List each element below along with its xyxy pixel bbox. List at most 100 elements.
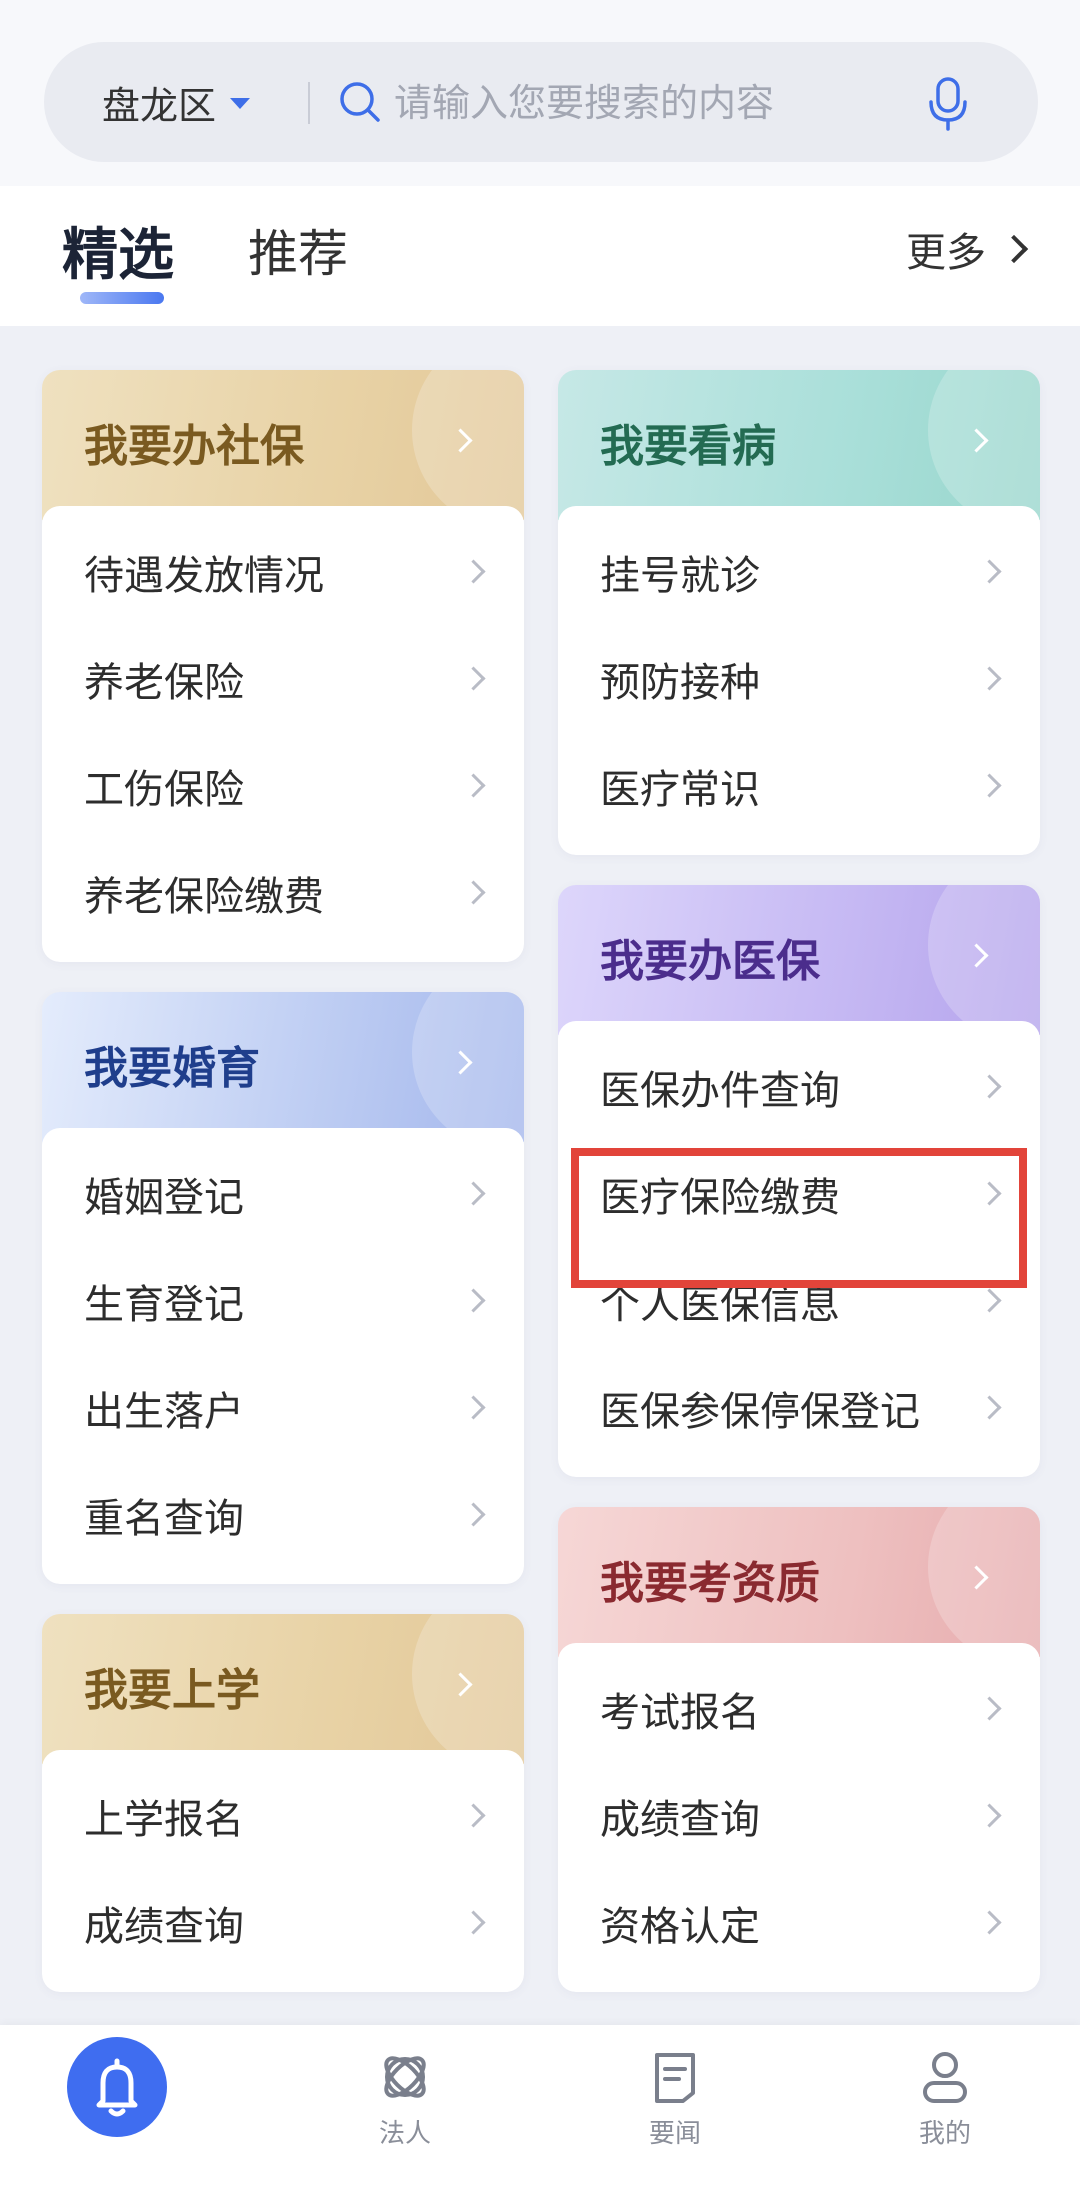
card-shangxue: 我要上学 上学报名 成绩查询 xyxy=(42,1614,524,1992)
news-icon xyxy=(655,2053,695,2103)
item-label: 养老保险缴费 xyxy=(84,873,324,920)
search-icon xyxy=(340,82,380,122)
chevron-right-icon xyxy=(977,1803,1002,1828)
card-title: 我要婚育 xyxy=(84,1043,260,1094)
tab-featured[interactable]: 精选 xyxy=(62,210,174,291)
user-icon xyxy=(923,2052,967,2103)
card-header-kanbing[interactable]: 我要看病 xyxy=(558,370,1040,530)
chevron-right-icon xyxy=(461,1803,486,1828)
list-item[interactable]: 出生落户 xyxy=(42,1354,524,1461)
nav-home[interactable] xyxy=(0,2025,270,2209)
card-list: 待遇发放情况 养老保险 工伤保险 养老保险缴费 xyxy=(42,506,524,962)
list-item[interactable]: 医保办件查询 xyxy=(558,1033,1040,1140)
card-title: 我要考资质 xyxy=(600,1558,820,1609)
item-label: 上学报名 xyxy=(84,1796,244,1843)
item-label: 成绩查询 xyxy=(600,1796,760,1843)
chevron-right-icon xyxy=(461,1502,486,1527)
caret-down-icon xyxy=(230,97,251,109)
list-item[interactable]: 个人医保信息 xyxy=(558,1247,1040,1354)
card-title: 我要看病 xyxy=(600,421,776,472)
card-title: 我要办社保 xyxy=(84,421,304,472)
chevron-right-icon xyxy=(461,1288,486,1313)
list-item[interactable]: 生育登记 xyxy=(42,1247,524,1354)
card-title: 我要办医保 xyxy=(600,936,820,987)
nav-faren-label: 法人 xyxy=(378,2119,431,2149)
region-label: 盘龙区 xyxy=(102,83,217,128)
tab-recommended[interactable]: 推荐 xyxy=(248,214,348,286)
item-label: 预防接种 xyxy=(600,659,760,706)
chevron-right-icon xyxy=(977,559,1002,584)
list-item[interactable]: 重名查询 xyxy=(42,1461,524,1568)
item-label: 资格认定 xyxy=(600,1903,760,1950)
item-label: 医疗保险缴费 xyxy=(600,1174,840,1221)
list-item[interactable]: 养老保险缴费 xyxy=(42,839,524,946)
item-label: 工伤保险 xyxy=(84,766,244,813)
card-list: 婚姻登记 生育登记 出生落户 重名查询 xyxy=(42,1128,524,1584)
card-header-shebao[interactable]: 我要办社保 xyxy=(42,370,524,530)
list-item[interactable]: 考试报名 xyxy=(558,1655,1040,1762)
card-header-hunyu[interactable]: 我要婚育 xyxy=(42,992,524,1152)
search-input[interactable] xyxy=(392,70,916,136)
chevron-right-icon xyxy=(444,420,484,460)
list-item[interactable]: 成绩查询 xyxy=(42,1869,524,1976)
item-label: 医保办件查询 xyxy=(600,1067,840,1114)
item-label: 重名查询 xyxy=(84,1495,244,1542)
bell-icon xyxy=(96,2058,138,2117)
item-label: 婚姻登记 xyxy=(84,1174,244,1221)
chevron-right-icon xyxy=(977,1910,1002,1935)
card-list: 挂号就诊 预防接种 医疗常识 xyxy=(558,506,1040,855)
item-label: 医保参保停保登记 xyxy=(600,1388,920,1435)
card-shebao: 我要办社保 待遇发放情况 养老保险 工伤保险 养老保险缴费 xyxy=(42,370,524,962)
item-label: 出生落户 xyxy=(84,1388,244,1435)
search-bar: 盘龙区 xyxy=(44,42,1038,162)
chevron-right-icon xyxy=(960,1557,1000,1597)
chevron-right-icon xyxy=(461,1395,486,1420)
chevron-right-icon xyxy=(977,666,1002,691)
list-item[interactable]: 工伤保险 xyxy=(42,732,524,839)
card-header-zizhi[interactable]: 我要考资质 xyxy=(558,1507,1040,1667)
list-item[interactable]: 养老保险 xyxy=(42,625,524,732)
list-item[interactable]: 挂号就诊 xyxy=(558,518,1040,625)
more-link[interactable]: 更多 xyxy=(906,220,1029,278)
tabs-bar: 精选 推荐 更多 xyxy=(0,186,1080,326)
list-item[interactable]: 医疗常识 xyxy=(558,732,1040,839)
chevron-right-icon xyxy=(977,1288,1002,1313)
chevron-right-icon xyxy=(977,1074,1002,1099)
nav-faren[interactable]: 法人 xyxy=(270,2025,540,2209)
card-header-shangxue[interactable]: 我要上学 xyxy=(42,1614,524,1774)
item-label: 考试报名 xyxy=(600,1689,760,1736)
card-header-yibao[interactable]: 我要办医保 xyxy=(558,885,1040,1045)
chevron-right-icon xyxy=(977,1696,1002,1721)
top-header: 盘龙区 xyxy=(0,0,1080,186)
chevron-right-icon xyxy=(444,1664,484,1704)
list-item[interactable]: 婚姻登记 xyxy=(42,1140,524,1247)
list-item[interactable]: 成绩查询 xyxy=(558,1762,1040,1869)
list-item[interactable]: 上学报名 xyxy=(42,1762,524,1869)
nav-wode[interactable]: 我的 xyxy=(810,2025,1080,2209)
microphone-icon[interactable] xyxy=(922,76,974,132)
bottom-nav: 法人 要闻 我的 xyxy=(0,2025,1080,2209)
list-item[interactable]: 待遇发放情况 xyxy=(42,518,524,625)
card-list: 考试报名 成绩查询 资格认定 xyxy=(558,1643,1040,1992)
chevron-right-icon xyxy=(461,666,486,691)
chevron-right-icon xyxy=(977,1181,1002,1206)
item-label: 医疗常识 xyxy=(600,766,760,813)
chevron-right-icon xyxy=(977,773,1002,798)
item-label: 待遇发放情况 xyxy=(84,552,324,599)
item-label: 成绩查询 xyxy=(84,1903,244,1950)
left-column: 我要办社保 待遇发放情况 养老保险 工伤保险 养老保险缴费 我要婚育 婚姻登记 … xyxy=(42,370,524,2022)
more-label: 更多 xyxy=(906,230,986,276)
card-yibao: 我要办医保 医保办件查询 医疗保险缴费 个人医保信息 医保参保停保登记 xyxy=(558,885,1040,1477)
list-item[interactable]: 医保参保停保登记 xyxy=(558,1354,1040,1461)
search-divider xyxy=(308,82,310,124)
card-hunyu: 我要婚育 婚姻登记 生育登记 出生落户 重名查询 xyxy=(42,992,524,1584)
list-item-highlighted[interactable]: 医疗保险缴费 xyxy=(558,1140,1040,1247)
nav-yaowen[interactable]: 要闻 xyxy=(540,2025,810,2209)
home-button[interactable] xyxy=(67,2037,167,2137)
region-selector[interactable]: 盘龙区 xyxy=(102,42,251,162)
orbit-icon xyxy=(384,2056,426,2098)
list-item[interactable]: 预防接种 xyxy=(558,625,1040,732)
chevron-right-icon xyxy=(977,1395,1002,1420)
item-label: 挂号就诊 xyxy=(600,552,760,599)
list-item[interactable]: 资格认定 xyxy=(558,1869,1040,1976)
